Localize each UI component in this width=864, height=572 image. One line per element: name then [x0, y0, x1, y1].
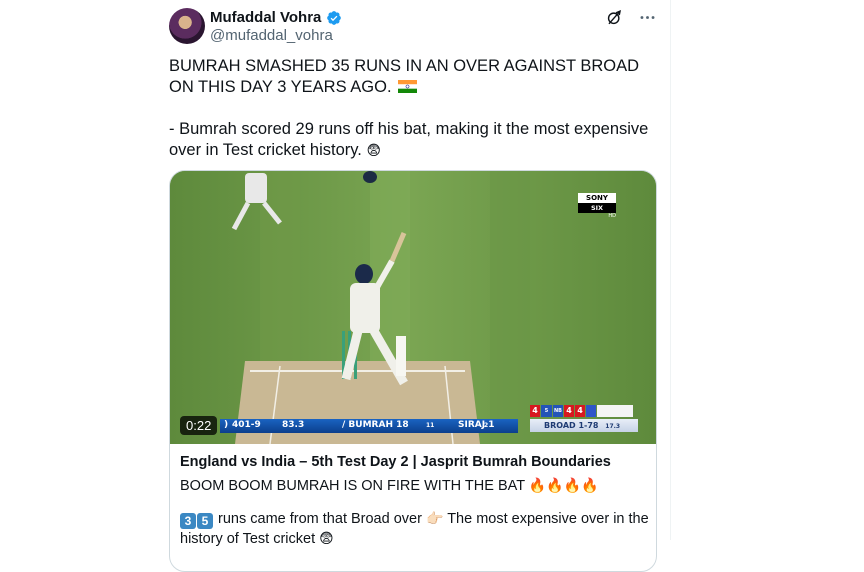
ball-4: 4	[564, 405, 574, 417]
team-score: 401-9	[232, 420, 261, 430]
over-balls: 4 5 WD NB 4 4	[530, 405, 633, 426]
overs: 83.3	[282, 420, 305, 430]
shocked-face-icon: 😨	[366, 142, 382, 158]
author-name[interactable]: Mufaddal Vohra	[210, 9, 321, 26]
bowler-bar: 4 5 WD NB 4 4 BROAD 1-78 17.3	[530, 405, 640, 433]
broadcaster-bottom: SIX	[578, 203, 616, 213]
keycap-3-icon: 3	[180, 513, 196, 529]
ball-5: 4	[575, 405, 585, 417]
bowler: BROAD 1-78 17.3	[530, 419, 638, 432]
card-description-2-part-1: runs came from that Broad over	[218, 511, 422, 527]
card-description-2: 35 runs came from that Broad over 👉🏻 The…	[180, 509, 650, 548]
bowler-figures: BROAD 1-78	[544, 421, 599, 430]
grok-icon[interactable]	[605, 8, 624, 27]
avatar[interactable]	[169, 8, 205, 44]
batter-1: / BUMRAH 18	[342, 420, 409, 430]
broadcaster-hd: HD	[608, 213, 616, 219]
verified-badge-icon	[327, 10, 342, 25]
card-title[interactable]: England vs India – 5th Test Day 2 | Jasp…	[180, 454, 650, 470]
score-left: )	[224, 420, 229, 430]
video-player[interactable]: SONY SIX HD ) 401-9 83.3 / BUMRAH 18 11 …	[170, 171, 656, 444]
tweet[interactable]: Mufaddal Vohra @mufaddal_vohra BUMRAH SM…	[150, 0, 670, 572]
shocked-face-icon-2: 😨	[319, 530, 334, 546]
tweet-actions-top	[605, 8, 657, 27]
backhand-index-icon: 👉🏻	[425, 510, 444, 526]
ball-1: 4	[530, 405, 540, 417]
card-meta[interactable]: England vs India – 5th Test Day 2 | Jasp…	[180, 454, 650, 548]
card-description: BOOM BOOM BUMRAH IS ON FIRE WITH THE BAT…	[180, 477, 650, 494]
fire-icon: 🔥🔥🔥🔥	[528, 477, 599, 493]
batter-2: SIRAJ 1	[458, 420, 495, 430]
broadcaster-logo: SONY SIX HD	[578, 193, 616, 219]
tweet-text: BUMRAH SMASHED 35 RUNS IN AN OVER AGAINS…	[169, 56, 649, 161]
author-name-row[interactable]: Mufaddal Vohra	[210, 9, 342, 26]
timeline-divider	[670, 0, 671, 540]
broadcaster-top: SONY	[578, 193, 616, 203]
tweet-line-2: - Bumrah scored 29 runs off his bat, mak…	[169, 120, 649, 159]
bowler-overs: 17.3	[605, 423, 621, 430]
more-icon[interactable]	[638, 8, 657, 27]
batter-2-balls: 2	[484, 422, 489, 429]
link-card[interactable]: SONY SIX HD ) 401-9 83.3 / BUMRAH 18 11 …	[169, 170, 657, 572]
video-duration: 0:22	[180, 416, 218, 435]
ball-2: 5 WD	[541, 405, 552, 426]
india-flag-icon	[398, 80, 418, 93]
batter-1-balls: 11	[426, 422, 435, 429]
score-bar: ) 401-9 83.3 / BUMRAH 18 11 SIRAJ 1 2	[220, 419, 518, 433]
keycap-5-icon: 5	[197, 513, 213, 529]
card-description-text: BOOM BOOM BUMRAH IS ON FIRE WITH THE BAT	[180, 478, 525, 494]
ball-6	[586, 405, 596, 417]
ball-blank	[597, 405, 633, 417]
ball-3: NB	[553, 405, 563, 417]
author-handle[interactable]: @mufaddal_vohra	[210, 27, 333, 44]
